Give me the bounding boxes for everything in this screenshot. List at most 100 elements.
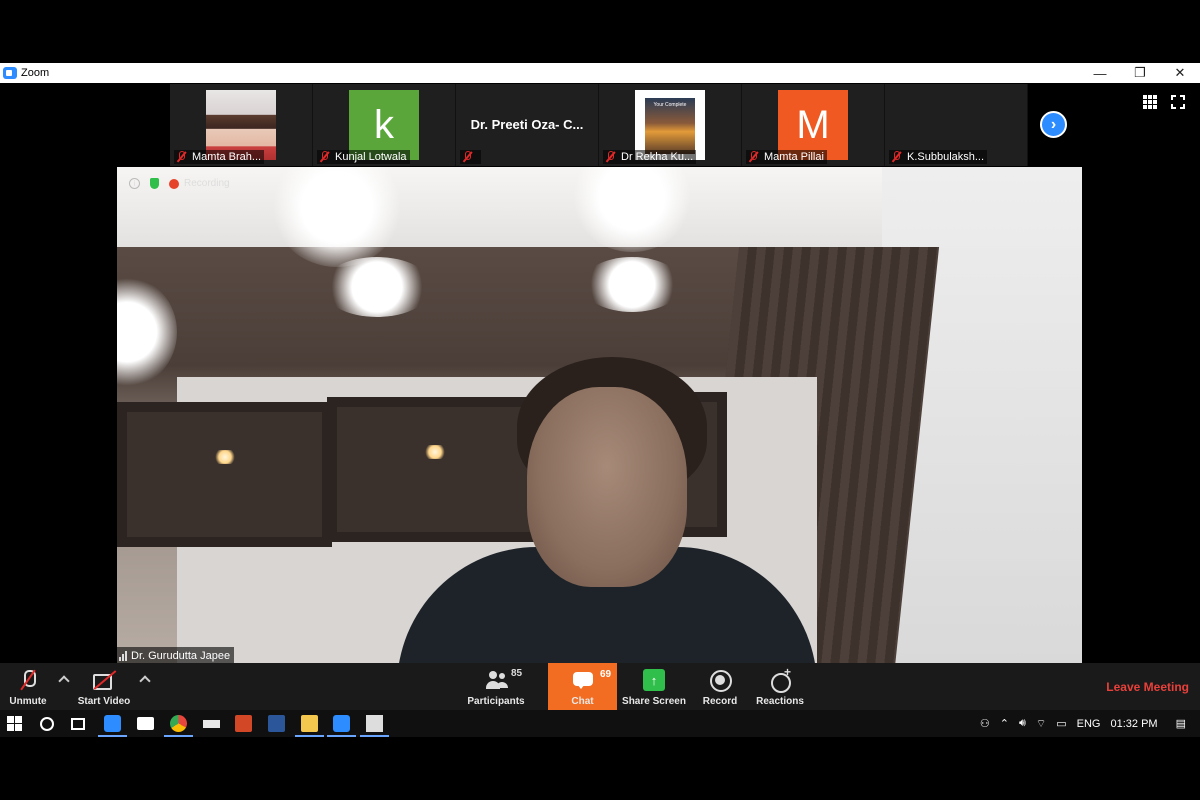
participant-name: K.Subbulaksh... bbox=[907, 151, 985, 163]
chevron-up-icon[interactable]: ⌃ bbox=[1000, 717, 1009, 730]
window-title: Zoom bbox=[21, 67, 50, 79]
minimize-button[interactable]: — bbox=[1080, 63, 1120, 83]
reactions-button[interactable]: Reactions bbox=[754, 663, 806, 710]
participant-tile[interactable]: M Mamta Pillai bbox=[742, 84, 884, 166]
app-icon[interactable] bbox=[203, 720, 220, 728]
action-center-icon[interactable]: ▤ bbox=[1176, 717, 1186, 730]
info-icon[interactable]: i bbox=[129, 178, 140, 189]
participant-name-tag: Mamta Brah... bbox=[174, 150, 265, 164]
battery-icon[interactable]: ▭ bbox=[1056, 717, 1066, 730]
start-video-label: Start Video bbox=[77, 696, 131, 707]
meeting-status-bar: i Recording bbox=[129, 178, 230, 189]
participant-tile[interactable]: Dr. Preeti Oza- C... bbox=[456, 84, 598, 166]
volume-icon[interactable]: 🔊︎ bbox=[1019, 717, 1026, 730]
word-icon[interactable] bbox=[268, 715, 285, 732]
chrome-icon[interactable] bbox=[164, 715, 193, 737]
microphone-muted-icon bbox=[17, 669, 39, 691]
cortana-icon[interactable] bbox=[40, 717, 54, 731]
meeting-area: Mamta Brah... k Kunjal Lotwala Dr. Preet… bbox=[0, 83, 1200, 663]
mic-muted-icon bbox=[319, 151, 329, 163]
gallery-view-icon[interactable] bbox=[1143, 95, 1157, 109]
video-options-caret-icon[interactable] bbox=[139, 675, 151, 687]
book-cover-image: Your Complete bbox=[645, 98, 695, 154]
wall-niche bbox=[327, 397, 542, 542]
participant-name-tag: Kunjal Lotwala bbox=[317, 150, 410, 164]
zoom-app-icon bbox=[3, 67, 17, 79]
participant-tile[interactable]: k Kunjal Lotwala bbox=[313, 84, 455, 166]
zoom-meeting-taskbar-icon[interactable] bbox=[327, 715, 356, 737]
participant-name-tag: Dr Rekha Ku... bbox=[603, 150, 697, 164]
participant-name: Dr Rekha Ku... bbox=[621, 151, 694, 163]
windows-start-icon[interactable] bbox=[7, 716, 22, 731]
system-tray: ⚇ ⌃ 🔊︎ ⌔ ▭ ENG 01:32 PM ▤ bbox=[980, 710, 1200, 737]
meeting-toolbar: Unmute Start Video Participants 85 Chat … bbox=[0, 663, 1200, 710]
start-video-button[interactable]: Start Video bbox=[76, 663, 132, 710]
share-screen-icon: ↑ bbox=[643, 669, 665, 691]
windows-taskbar: ⚇ ⌃ 🔊︎ ⌔ ▭ ENG 01:32 PM ▤ bbox=[0, 710, 1200, 737]
record-icon bbox=[709, 669, 732, 692]
next-page-button[interactable]: › bbox=[1040, 111, 1067, 138]
mic-muted-icon bbox=[462, 151, 472, 163]
fullscreen-icon[interactable] bbox=[1170, 94, 1186, 110]
signal-strength-icon bbox=[119, 650, 127, 661]
participant-name: Mamta Pillai bbox=[764, 151, 824, 163]
participant-name: Kunjal Lotwala bbox=[335, 151, 407, 163]
language-indicator[interactable]: ENG bbox=[1077, 718, 1101, 730]
ceiling-light bbox=[272, 167, 402, 267]
book-cover-text: Your Complete bbox=[653, 102, 687, 108]
task-view-icon[interactable] bbox=[71, 718, 85, 730]
record-button[interactable]: Record bbox=[700, 663, 740, 710]
view-controls bbox=[1143, 94, 1186, 110]
wifi-icon[interactable]: ⌔ bbox=[1036, 717, 1046, 731]
share-screen-label: Share Screen bbox=[622, 696, 686, 707]
leave-meeting-button[interactable]: Leave Meeting bbox=[1106, 680, 1189, 694]
unmute-button[interactable]: Unmute bbox=[6, 663, 50, 710]
gallery-strip: Mamta Brah... k Kunjal Lotwala Dr. Preet… bbox=[170, 84, 1028, 166]
zoom-taskbar-icon[interactable] bbox=[98, 715, 127, 737]
ceiling-light bbox=[322, 257, 432, 317]
participant-name-tag: K.Subbulaksh... bbox=[889, 150, 988, 164]
people-icon[interactable]: ⚇ bbox=[980, 717, 990, 730]
participant-tile[interactable]: Mamta Brah... bbox=[170, 84, 312, 166]
video-off-icon bbox=[93, 669, 115, 691]
recording-icon bbox=[169, 178, 179, 189]
file-explorer-icon[interactable] bbox=[295, 715, 324, 737]
clock[interactable]: 01:32 PM bbox=[1111, 718, 1158, 730]
active-speaker-video: i Recording Dr. Gurudutta Japee bbox=[117, 167, 1082, 663]
participant-tile[interactable]: K.Subbulaksh... bbox=[885, 84, 1027, 166]
powerpoint-icon[interactable] bbox=[235, 715, 252, 732]
recording-label: Recording bbox=[184, 178, 230, 189]
smiley-icon bbox=[769, 665, 791, 693]
chat-label: Chat bbox=[571, 696, 594, 707]
window-controls: — ❐ ✕ bbox=[1080, 63, 1200, 83]
recording-indicator: Recording bbox=[169, 178, 230, 189]
photos-icon[interactable] bbox=[360, 715, 389, 737]
speaker-name-tag: Dr. Gurudutta Japee bbox=[117, 647, 235, 663]
ceiling-light bbox=[117, 277, 177, 387]
encryption-shield-icon[interactable] bbox=[150, 178, 159, 189]
close-button[interactable]: ✕ bbox=[1160, 63, 1200, 83]
unmute-label: Unmute bbox=[9, 696, 47, 707]
reactions-label: Reactions bbox=[756, 696, 804, 707]
participant-name: Mamta Brah... bbox=[192, 151, 262, 163]
wall-niche bbox=[117, 402, 332, 547]
mic-muted-icon bbox=[891, 151, 901, 163]
mic-muted-icon bbox=[748, 151, 758, 163]
chat-icon bbox=[572, 669, 594, 691]
participant-tile[interactable]: Your Complete Dr Rekha Ku... bbox=[599, 84, 741, 166]
speaker-name: Dr. Gurudutta Japee bbox=[131, 649, 231, 662]
participants-count: 85 bbox=[511, 668, 523, 679]
mic-muted-icon bbox=[176, 151, 186, 163]
participants-label: Participants bbox=[467, 696, 525, 707]
mail-icon[interactable] bbox=[137, 717, 154, 730]
participant-name-tag bbox=[460, 150, 481, 164]
record-label: Record bbox=[702, 696, 738, 707]
participant-name-tag: Mamta Pillai bbox=[746, 150, 827, 164]
window-titlebar: Zoom — ❐ ✕ bbox=[0, 63, 1200, 83]
speaker-face bbox=[527, 387, 687, 587]
mic-muted-icon bbox=[605, 151, 615, 163]
restore-button[interactable]: ❐ bbox=[1120, 63, 1160, 83]
participants-icon bbox=[485, 669, 507, 691]
audio-options-caret-icon[interactable] bbox=[58, 675, 70, 687]
share-screen-button[interactable]: ↑ Share Screen bbox=[622, 663, 686, 710]
